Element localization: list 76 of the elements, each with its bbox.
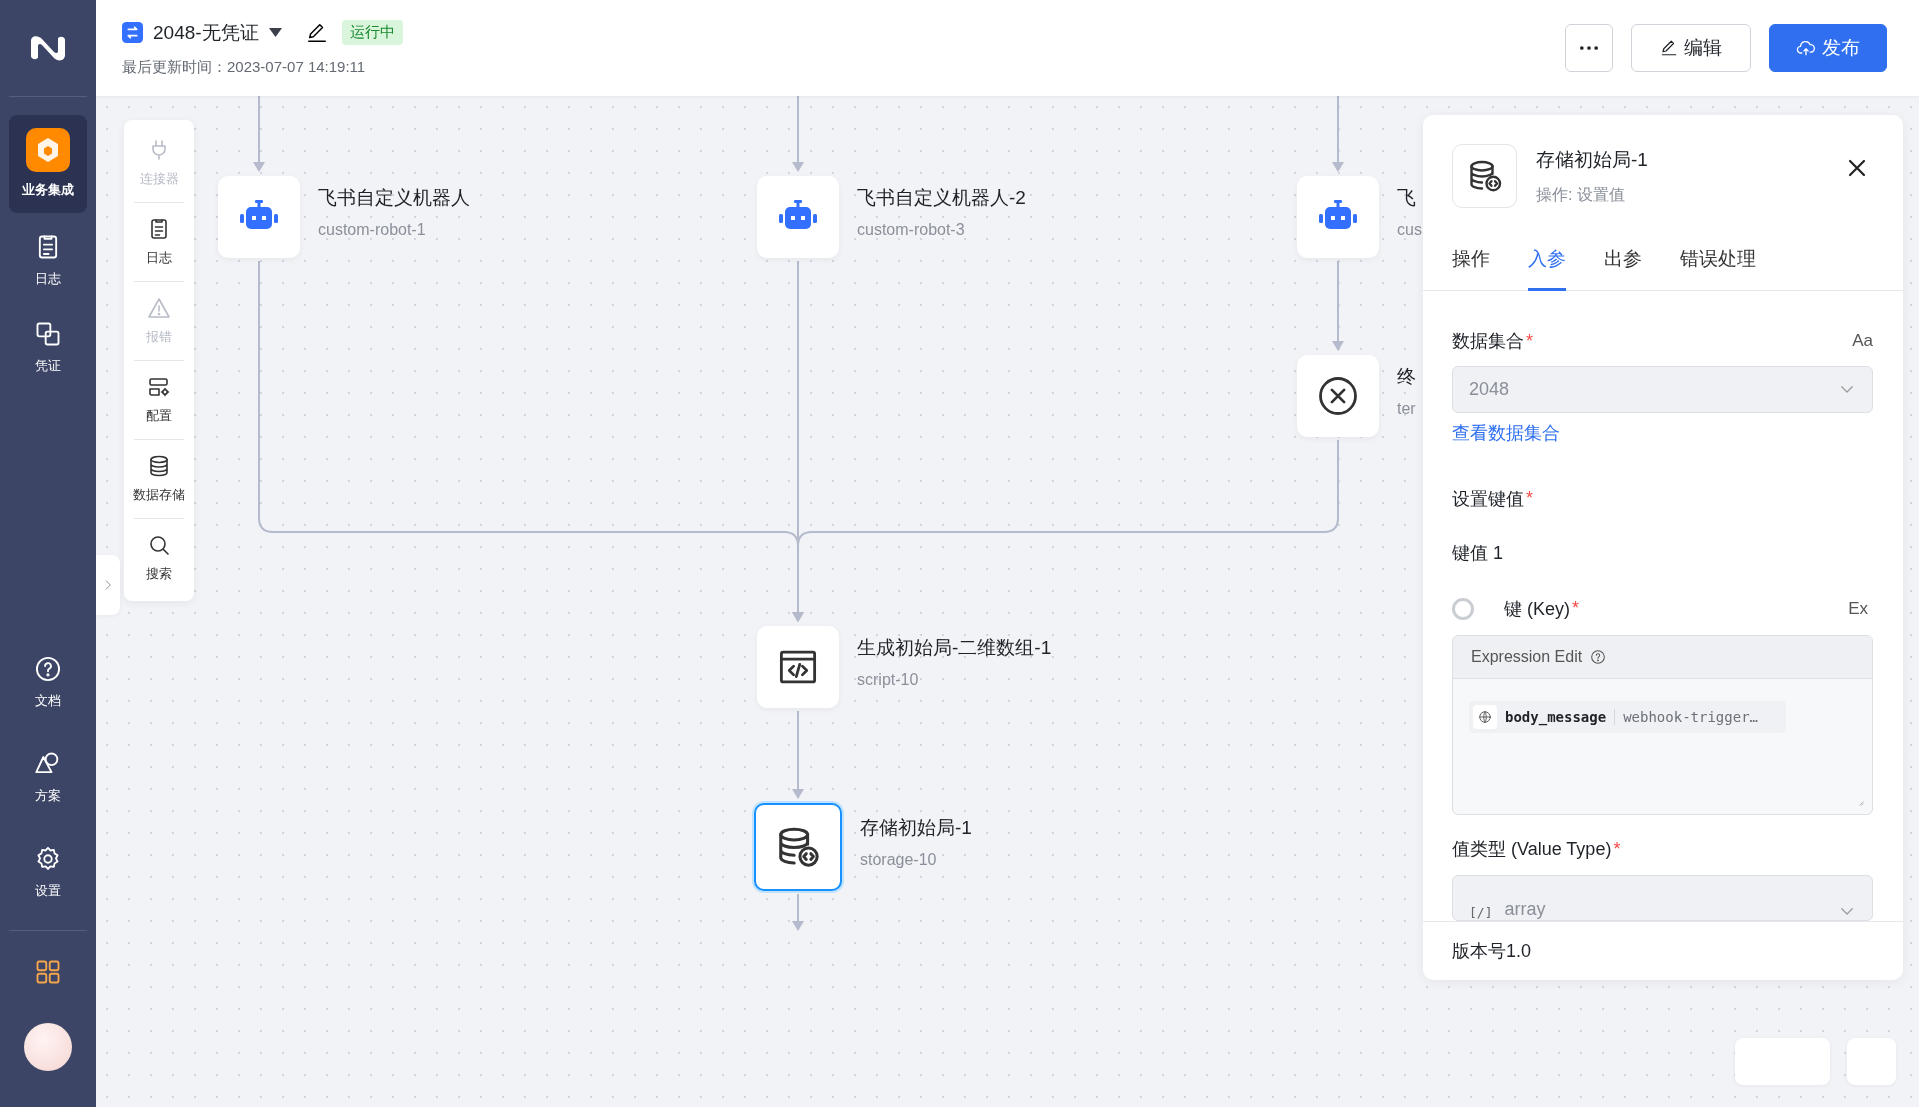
edit-button[interactable]: 编辑 — [1631, 24, 1751, 72]
panel-tab[interactable]: 入参 — [1528, 238, 1566, 291]
node-id: script-10 — [857, 671, 920, 689]
globe-icon — [1478, 710, 1492, 724]
expression-toggle[interactable]: Ex — [1848, 599, 1868, 619]
publish-button[interactable]: 发布 — [1769, 24, 1887, 72]
last-updated-text: 最后更新时间：2023-07-07 14:19:11 — [122, 57, 367, 77]
connector-line — [792, 893, 804, 931]
node-title: 生成初始局-二维数组-1 — [857, 636, 1052, 660]
required-mark: * — [1613, 838, 1621, 860]
key-value-title: 键值 1 — [1452, 542, 1503, 565]
database-icon — [147, 454, 171, 478]
required-mark: * — [1526, 488, 1533, 510]
node-title: 飞书自定义机器人 — [318, 186, 470, 210]
palette-item[interactable]: 搜索 — [124, 519, 194, 597]
pencil-icon — [1660, 39, 1678, 57]
storage-node[interactable] — [754, 803, 842, 891]
type-icon: [/] — [1469, 905, 1493, 920]
credential-icon — [34, 320, 62, 348]
field-label: 值类型 (Value Type) — [1452, 838, 1612, 861]
node-title: 终 — [1397, 365, 1416, 389]
integration-icon — [26, 128, 70, 172]
node-title: 存储初始局-1 — [860, 816, 972, 840]
node-id: custom-robot-3 — [857, 221, 966, 239]
panel-title: 存储初始局-1 — [1536, 147, 1649, 172]
robot-node[interactable] — [757, 176, 839, 258]
logo[interactable] — [28, 33, 68, 63]
close-circle-icon — [1317, 375, 1359, 417]
expression-editor[interactable]: Expression Edit body_message webhook-trigger… — [1452, 635, 1873, 815]
script-node[interactable] — [757, 626, 839, 708]
caret-icon[interactable] — [268, 28, 282, 37]
nav-item[interactable]: 凭证 — [9, 308, 87, 387]
edit-icon[interactable] — [305, 21, 328, 44]
field-label: 设置键值 — [1452, 488, 1524, 511]
help-icon[interactable] — [1590, 649, 1607, 665]
status-badge: 运行中 — [341, 20, 403, 45]
panel-tab[interactable]: 出参 — [1604, 238, 1642, 291]
search-icon — [147, 533, 171, 557]
palette-item[interactable]: 日志 — [124, 203, 194, 281]
nav-item[interactable]: 文档 — [9, 643, 87, 722]
field-label: 数据集合 — [1452, 330, 1524, 353]
warning-icon — [147, 296, 171, 320]
node-title: 飞书自定义机器人-2 — [857, 186, 1026, 210]
nav-item[interactable]: 方案 — [9, 738, 87, 817]
panel-tab[interactable]: 错误处理 — [1680, 238, 1756, 291]
flow-title[interactable]: 2048-无凭证 — [153, 19, 259, 46]
panel-subtitle: 操作: 设置值 — [1536, 184, 1626, 205]
app-grid-icon[interactable] — [34, 958, 62, 986]
nav-item[interactable]: 日志 — [9, 221, 87, 300]
robot-node[interactable] — [1297, 176, 1379, 258]
variable-chip[interactable]: body_message webhook-trigger… — [1469, 701, 1786, 733]
value-type-select[interactable]: [/] array — [1452, 875, 1873, 921]
avatar[interactable] — [24, 1023, 72, 1071]
radio-button[interactable] — [1452, 598, 1474, 620]
robot-node[interactable] — [218, 176, 300, 258]
node-id: ter — [1397, 400, 1416, 418]
editor-title: Expression Edit — [1471, 648, 1583, 666]
help-icon — [34, 655, 62, 683]
nav-item[interactable]: 业务集成 — [9, 115, 87, 213]
terminate-node[interactable] — [1297, 355, 1379, 437]
field-label: 键 (Key) — [1504, 598, 1570, 621]
node-title: 飞 — [1397, 186, 1417, 210]
flow-icon — [122, 22, 143, 43]
more-icon — [1580, 46, 1598, 50]
nav-item[interactable]: 设置 — [9, 833, 87, 912]
node-id: custom-robot-1 — [318, 221, 427, 239]
config-icon — [147, 375, 171, 399]
palette-item[interactable]: 数据存储 — [124, 440, 194, 518]
palette-item[interactable]: 配置 — [124, 361, 194, 439]
required-mark: * — [1526, 330, 1533, 352]
required-mark: * — [1572, 598, 1580, 620]
node-id: storage-10 — [860, 851, 938, 869]
panel-tab[interactable]: 操作 — [1452, 238, 1490, 291]
node-id: cus — [1397, 221, 1422, 239]
version-label: 版本号1.0 — [1423, 921, 1903, 980]
cloud-upload-icon — [1796, 38, 1816, 58]
